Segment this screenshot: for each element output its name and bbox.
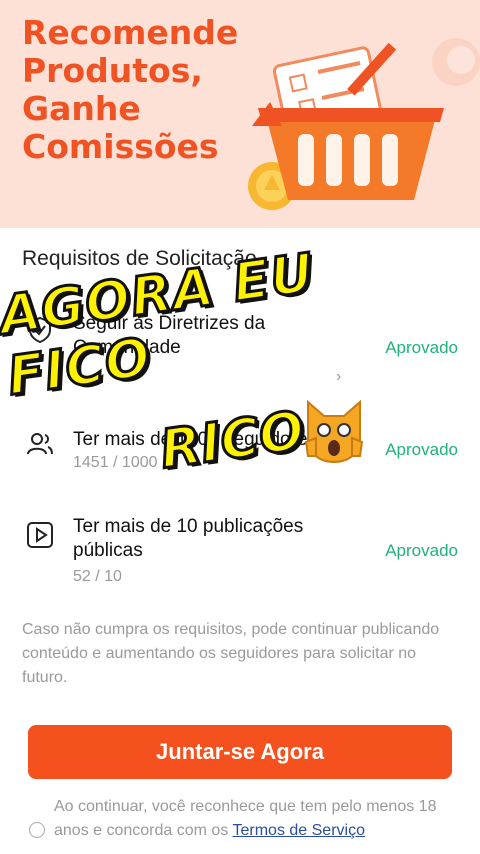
requirements-note: Caso não cumpra os requisitos, pode cont… <box>22 621 440 686</box>
hero-banner: Recomende Produtos, Ganhe Comissões <box>0 0 480 228</box>
join-now-button[interactable]: Juntar-se Agora <box>28 725 452 779</box>
screaming-cat-emoji-icon <box>304 399 364 464</box>
hero-title: Recomende Produtos, Ganhe Comissões <box>22 13 239 166</box>
terms-text: Ao continuar, você reconhece que tem pel… <box>54 798 437 839</box>
chevron-right-icon: › <box>336 368 342 385</box>
terms-link[interactable]: Termos de Serviço <box>232 822 365 839</box>
status-badge: Aprovado <box>385 541 458 560</box>
status-badge: Aprovado <box>385 440 458 459</box>
requirement-count: 52 / 10 <box>73 568 122 585</box>
requirement-text: Ter mais de 10 publicações públicas <box>73 516 304 561</box>
overlay-caption-line2: RICO <box>155 399 310 483</box>
requirement-count: 1451 / 1000 <box>73 454 158 471</box>
shopping-basket-illustration <box>248 38 480 210</box>
terms-radio[interactable] <box>29 822 45 838</box>
followers-icon <box>27 433 53 455</box>
video-play-icon <box>27 522 53 548</box>
